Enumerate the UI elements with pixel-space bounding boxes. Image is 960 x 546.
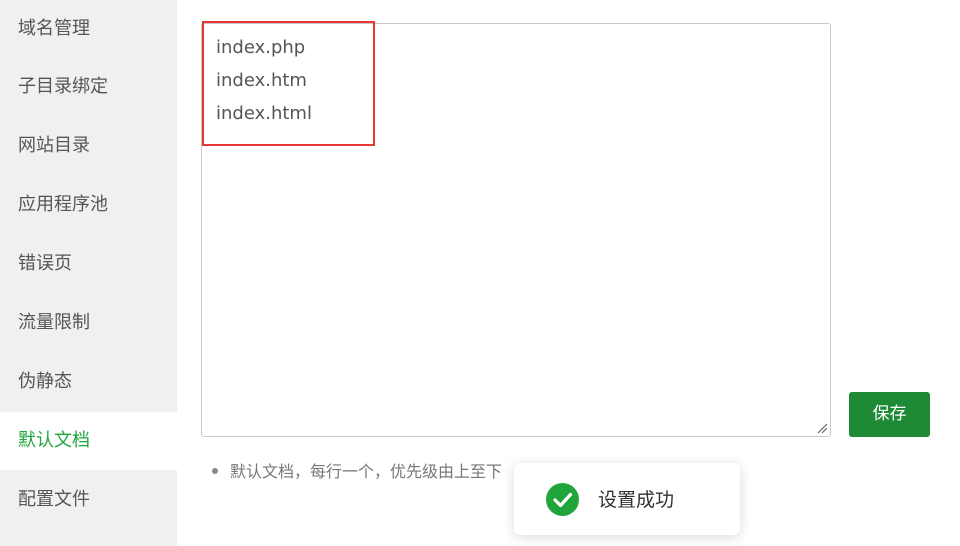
- hint-label: 默认文档，每行一个，优先级由上至下: [230, 462, 503, 481]
- sidebar-item-config-file[interactable]: 配置文件: [0, 471, 177, 529]
- sidebar-item-app-pool[interactable]: 应用程序池: [0, 176, 177, 234]
- sidebar-item-domain-management[interactable]: 域名管理: [0, 0, 177, 58]
- sidebar-item-rewrite[interactable]: 伪静态: [0, 353, 177, 411]
- toast-message: 设置成功: [598, 489, 675, 511]
- sidebar-item-default-document[interactable]: 默认文档: [0, 412, 177, 470]
- sidebar: 域名管理 子目录绑定 网站目录 应用程序池 错误页 流量限制 伪静态 默认文档 …: [0, 0, 177, 546]
- bullet-icon: [212, 467, 218, 474]
- success-toast: 设置成功: [514, 463, 740, 535]
- sidebar-item-traffic-limit[interactable]: 流量限制: [0, 294, 177, 352]
- highlight-annotation-box: [202, 21, 375, 146]
- sidebar-item-error-page[interactable]: 错误页: [0, 235, 177, 293]
- sidebar-item-site-directory[interactable]: 网站目录: [0, 117, 177, 175]
- save-button[interactable]: 保存: [849, 392, 930, 437]
- sidebar-item-subdirectory-binding[interactable]: 子目录绑定: [0, 58, 177, 116]
- resize-handle-icon[interactable]: [816, 422, 828, 434]
- page: 域名管理 子目录绑定 网站目录 应用程序池 错误页 流量限制 伪静态 默认文档 …: [0, 0, 960, 546]
- check-circle-icon: [546, 483, 579, 516]
- hint-text: 默认文档，每行一个，优先级由上至下: [212, 458, 502, 482]
